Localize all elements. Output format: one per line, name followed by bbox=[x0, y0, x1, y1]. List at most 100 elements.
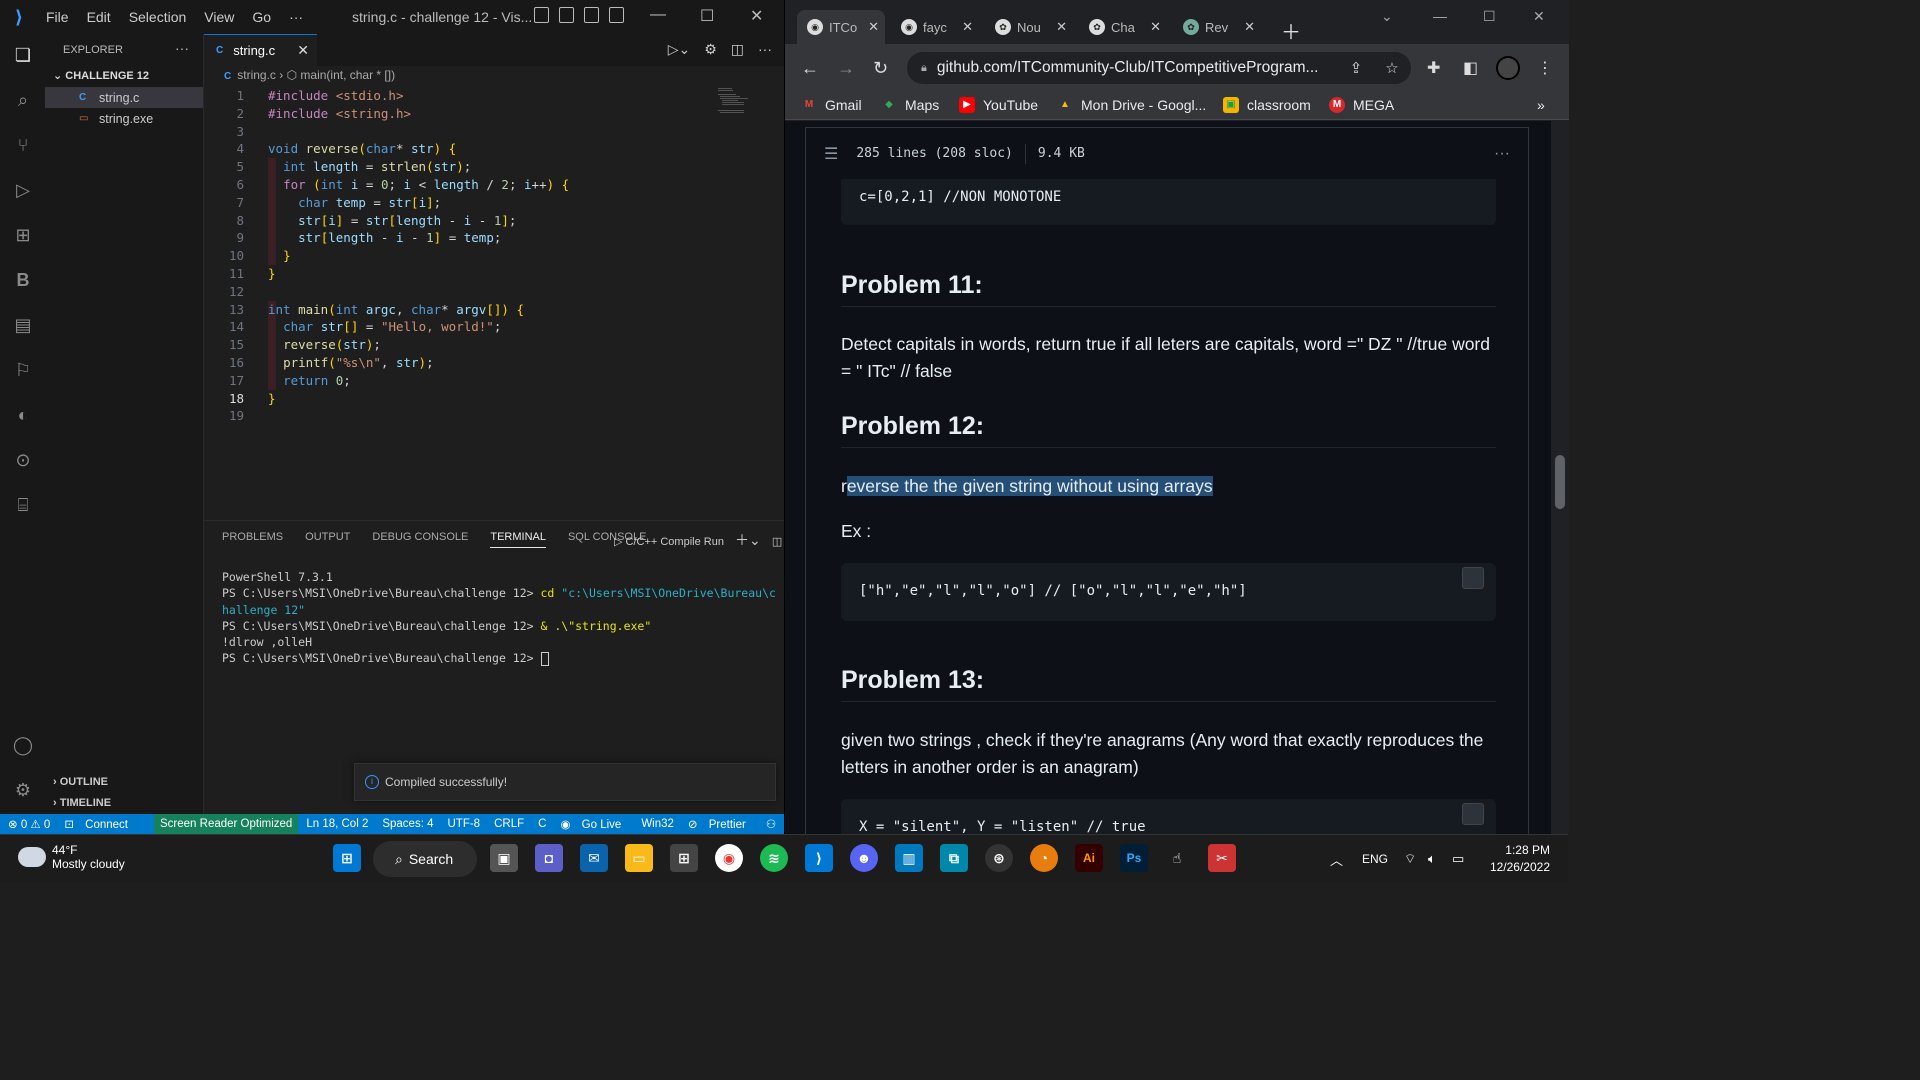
settings-gear-icon[interactable]: ⚙ bbox=[10, 777, 36, 803]
tab-search-icon[interactable]: ⌄ bbox=[1381, 8, 1393, 25]
tab-terminal[interactable]: TERMINAL bbox=[490, 531, 546, 548]
gear-icon[interactable]: ⚙ bbox=[704, 41, 717, 58]
snipping-tool-icon[interactable]: ✂ bbox=[1208, 844, 1236, 872]
tab-itcommunity[interactable]: ◉ ITCo ✕ bbox=[797, 10, 885, 44]
obs-icon[interactable]: ⊛ bbox=[985, 844, 1013, 872]
b-extension-icon[interactable]: B bbox=[10, 267, 36, 293]
status-problems[interactable]: ⊗ 0 ⚠ 0 bbox=[8, 817, 50, 831]
pointer-hand-icon[interactable]: ☝ bbox=[1163, 844, 1191, 872]
bookmark-icon[interactable]: ⚐ bbox=[10, 357, 36, 383]
code-line[interactable]: 11} bbox=[204, 265, 774, 283]
menu-view[interactable]: View bbox=[204, 9, 234, 25]
tab-fayc[interactable]: ◉ fayc ✕ bbox=[891, 10, 979, 44]
run-debug-icon[interactable]: ▷ bbox=[10, 177, 36, 203]
code-line[interactable]: 7 char temp = str[i]; bbox=[204, 194, 774, 212]
wifi-icon[interactable]: ⌔ bbox=[1404, 851, 1416, 867]
menu-selection[interactable]: Selection bbox=[129, 9, 187, 25]
bookmark-drive[interactable]: ▲ Mon Drive - Googl... bbox=[1057, 97, 1206, 113]
new-terminal-icon[interactable]: ＋⌄ bbox=[735, 532, 761, 548]
menu-file[interactable]: File bbox=[46, 9, 69, 25]
code-line[interactable]: 15 reverse(str); bbox=[204, 336, 774, 354]
status-eol[interactable]: CRLF bbox=[494, 818, 524, 830]
new-tab-icon[interactable]: ＋ bbox=[1281, 16, 1301, 45]
status-encoding[interactable]: UTF-8 bbox=[448, 818, 481, 830]
more-bookmarks-icon[interactable]: » bbox=[1537, 97, 1545, 113]
feedback-icon[interactable]: ⚇ bbox=[766, 817, 776, 831]
terminal-task-selector[interactable]: ▷ C/C++ Compile Run ＋⌄ ◫ bbox=[614, 530, 782, 550]
toggle-secondary-sidebar-icon[interactable] bbox=[584, 7, 599, 23]
bookmark-gmail[interactable]: M Gmail bbox=[801, 97, 862, 113]
tab-close-icon[interactable]: ✕ bbox=[297, 42, 309, 59]
bookmark-mega[interactable]: M MEGA bbox=[1329, 97, 1394, 113]
reload-icon[interactable]: ↻ bbox=[873, 58, 888, 79]
code-line[interactable]: 3 bbox=[204, 123, 774, 141]
side-panel-icon[interactable]: ◧ bbox=[1463, 58, 1478, 78]
menu-more[interactable]: ··· bbox=[289, 9, 303, 25]
task-view-icon[interactable]: ▣ bbox=[490, 844, 518, 872]
code-line[interactable]: 2 #include <string.h> bbox=[204, 105, 774, 123]
code-line[interactable]: 9 str[length - i - 1] = temp; bbox=[204, 229, 774, 247]
tab-problems[interactable]: PROBLEMS bbox=[222, 531, 283, 548]
split-terminal-icon[interactable]: ◫ bbox=[772, 536, 782, 548]
close-icon[interactable]: ✕ bbox=[1533, 8, 1545, 25]
explorer-icon[interactable]: ❏ bbox=[10, 42, 36, 68]
code-line[interactable]: 10 } bbox=[204, 247, 774, 265]
spotify-icon[interactable]: ≋ bbox=[760, 844, 788, 872]
chrome-icon[interactable]: ◉ bbox=[715, 844, 743, 872]
input-language[interactable]: ENG bbox=[1362, 852, 1388, 866]
close-icon[interactable]: ✕ bbox=[750, 6, 763, 26]
status-position[interactable]: Ln 18, Col 2 bbox=[306, 818, 368, 830]
forward-icon[interactable]: → bbox=[837, 58, 855, 79]
minimap[interactable] bbox=[718, 87, 766, 117]
copy-icon[interactable] bbox=[1462, 567, 1484, 589]
code-line[interactable]: 13 int main(int argc, char* argv[]) { bbox=[204, 301, 774, 319]
app-icon[interactable]: ⧉ bbox=[940, 844, 968, 872]
blender-icon[interactable]: ◔ bbox=[1030, 844, 1058, 872]
more-actions-icon[interactable]: ··· bbox=[758, 41, 772, 58]
code-line[interactable]: 6 for (int i = 0; i < length / 2; i++) { bbox=[204, 176, 774, 194]
file-string-c[interactable]: C string.c bbox=[45, 87, 203, 108]
explorer-more-icon[interactable]: ··· bbox=[175, 40, 189, 56]
tab-close-icon[interactable]: ✕ bbox=[868, 19, 879, 35]
extensions-icon[interactable]: ✚ bbox=[1427, 58, 1440, 78]
tab-output[interactable]: OUTPUT bbox=[305, 531, 350, 548]
tab-close-icon[interactable]: ✕ bbox=[1150, 19, 1161, 35]
copy-icon[interactable] bbox=[1462, 803, 1484, 825]
status-screen-reader[interactable]: Screen Reader Optimized bbox=[154, 814, 299, 834]
maximize-icon[interactable]: ☐ bbox=[700, 6, 714, 26]
status-spaces[interactable]: Spaces: 4 bbox=[382, 818, 433, 830]
tab-close-icon[interactable]: ✕ bbox=[962, 19, 973, 35]
source-control-icon[interactable]: ⑂ bbox=[10, 132, 36, 158]
file-explorer-icon[interactable]: ▭ bbox=[625, 844, 653, 872]
notebook-icon[interactable]: ▤ bbox=[10, 312, 36, 338]
tab-nou[interactable]: ✿ Nou ✕ bbox=[985, 10, 1073, 44]
maximize-icon[interactable]: ☐ bbox=[1483, 8, 1496, 25]
start-icon[interactable]: ⊞ bbox=[333, 844, 361, 872]
illustrator-icon[interactable]: Ai bbox=[1075, 844, 1103, 872]
terminal-output[interactable]: PowerShell 7.3.1 PS C:\Users\MSI\OneDrive… bbox=[222, 569, 777, 667]
customize-layout-icon[interactable] bbox=[609, 7, 624, 23]
scrollbar-thumb[interactable] bbox=[1555, 455, 1565, 509]
page-scrollbar[interactable] bbox=[1551, 121, 1569, 834]
microsoft-store-icon[interactable]: ⊞ bbox=[670, 844, 698, 872]
extensions-icon[interactable]: ⊞ bbox=[10, 222, 36, 248]
run-icon[interactable]: ▷⌄ bbox=[668, 41, 691, 58]
breadcrumb-symbol[interactable]: main(int, char * []) bbox=[300, 68, 395, 82]
bookmark-maps[interactable]: ◆ Maps bbox=[881, 97, 939, 113]
status-language[interactable]: C bbox=[538, 818, 546, 830]
profile-avatar[interactable] bbox=[1496, 56, 1520, 80]
timeline-section[interactable]: › TIMELINE bbox=[53, 797, 111, 809]
code-line[interactable]: 8 str[i] = str[length - i - 1]; bbox=[204, 212, 774, 230]
minimize-icon[interactable]: — bbox=[650, 6, 666, 24]
status-prettier[interactable]: ⊘ Prettier bbox=[688, 817, 752, 831]
account-icon[interactable]: ◯ bbox=[10, 732, 36, 758]
more-options-icon[interactable]: ··· bbox=[1494, 145, 1510, 163]
teams-chat-icon[interactable]: ◘ bbox=[535, 844, 563, 872]
search-icon[interactable]: ⌕ bbox=[10, 87, 36, 113]
vscode-icon[interactable]: ⟩ bbox=[805, 844, 833, 872]
trello-icon[interactable]: ▥ bbox=[895, 844, 923, 872]
database-icon[interactable]: ⌸ bbox=[10, 492, 36, 518]
bookmark-youtube[interactable]: ▶ YouTube bbox=[959, 97, 1038, 113]
share-icon[interactable]: ⇪ bbox=[1343, 55, 1369, 81]
code-editor[interactable]: 1 #include <stdio.h> 2 #include <string.h> 3… bbox=[204, 87, 774, 425]
